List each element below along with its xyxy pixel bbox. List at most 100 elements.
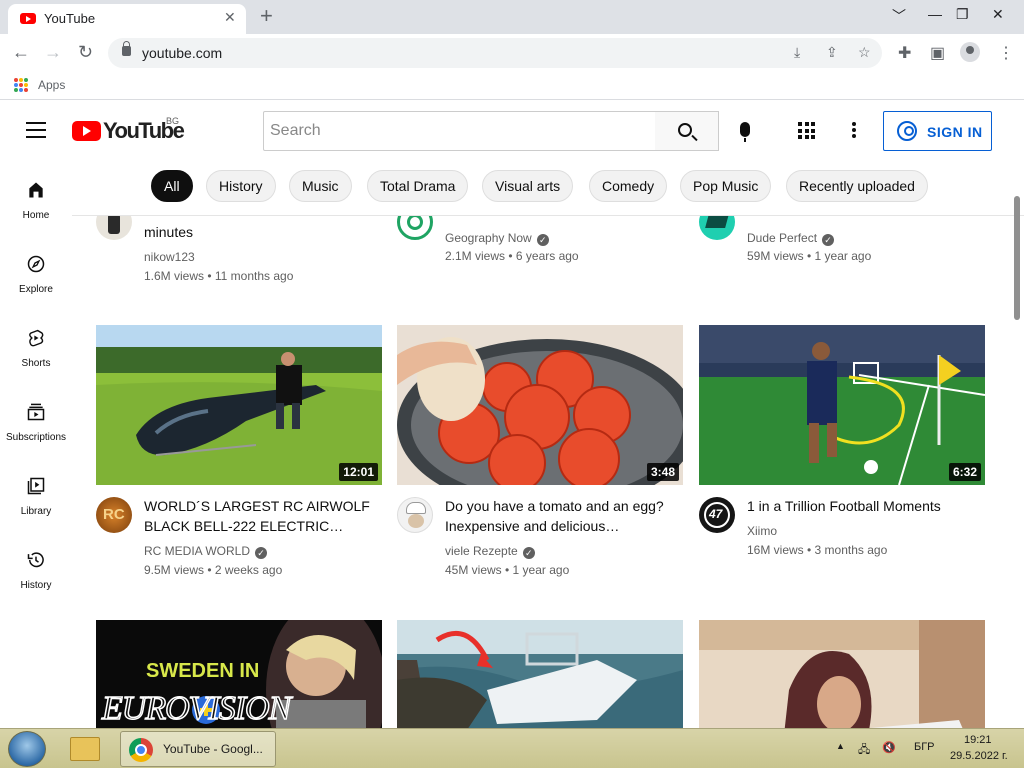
browser-tab-youtube[interactable]: YouTube ✕ xyxy=(8,4,246,34)
youtube-apps-icon[interactable] xyxy=(798,122,815,139)
channel-name-text[interactable]: Geography Now xyxy=(445,231,532,245)
channel-name[interactable]: Geography Now ✓ xyxy=(445,231,549,246)
chip-comedy[interactable]: Comedy xyxy=(589,170,668,202)
bookmark-star-icon[interactable]: ☆ xyxy=(858,44,871,61)
channel-name[interactable]: Xiimo xyxy=(747,524,777,538)
channel-avatar[interactable] xyxy=(96,216,132,240)
compass-icon xyxy=(27,255,45,273)
sidebar-item-library[interactable]: Library xyxy=(0,454,72,528)
reload-button[interactable]: ↻ xyxy=(78,42,93,62)
video-meta: 9.5M views • 2 weeks ago xyxy=(144,563,283,577)
chip-total-drama[interactable]: Total Drama xyxy=(367,170,469,202)
country-code: BG xyxy=(166,116,180,126)
browser-titlebar: YouTube ✕ + ﹀ — ❐ ✕ xyxy=(0,0,1024,34)
sidebar-item-shorts[interactable]: Shorts xyxy=(0,306,72,380)
tab-close-icon[interactable]: ✕ xyxy=(224,9,236,26)
address-bar[interactable]: youtube.com ⤓ ⇪ ☆ xyxy=(108,38,882,68)
channel-name[interactable]: Dude Perfect ✓ xyxy=(747,231,835,246)
video-title[interactable]: minutes xyxy=(144,222,374,242)
profile-avatar-icon[interactable] xyxy=(960,42,980,62)
video-thumbnail[interactable] xyxy=(397,620,683,728)
chrome-menu-icon[interactable]: ⋮ xyxy=(998,43,1014,63)
verified-badge-icon: ✓ xyxy=(522,547,535,559)
channel-name[interactable]: RC MEDIA WORLD ✓ xyxy=(144,544,268,559)
video-meta: 16M views • 3 months ago xyxy=(747,543,888,557)
back-button[interactable]: ← xyxy=(12,42,30,62)
channel-avatar[interactable]: 47 xyxy=(699,497,735,533)
video-thumbnail[interactable]: SWEDEN IN EUROVISION xyxy=(96,620,382,728)
channel-avatar[interactable] xyxy=(397,497,433,533)
network-icon[interactable]: 🖧 xyxy=(858,741,870,760)
file-explorer-icon[interactable] xyxy=(70,737,100,761)
sidebar-item-history[interactable]: History xyxy=(0,528,72,602)
video-duration: 6:32 xyxy=(948,463,981,481)
microphone-icon[interactable] xyxy=(740,122,750,142)
side-panel-icon[interactable]: ▣ xyxy=(930,43,945,63)
channel-avatar[interactable]: RC xyxy=(96,497,132,533)
sidebar-item-explore[interactable]: Explore xyxy=(0,232,72,306)
sidebar-item-subscriptions[interactable]: Subscriptions xyxy=(0,380,72,454)
channel-avatar[interactable] xyxy=(397,216,433,240)
video-meta: 1.6M views • 11 months ago xyxy=(144,269,294,283)
thumbnail-text-eurovision: EUROVISION xyxy=(101,689,292,728)
minimize-button[interactable]: — xyxy=(928,6,942,22)
lock-icon[interactable] xyxy=(122,41,131,56)
tab-search-icon[interactable]: ﹀ xyxy=(892,6,906,26)
youtube-logo-icon[interactable] xyxy=(72,121,101,141)
volume-muted-icon[interactable]: 🔇 xyxy=(882,741,896,754)
search-button[interactable] xyxy=(655,111,719,151)
url-text[interactable]: youtube.com xyxy=(142,45,222,61)
video-title[interactable]: WORLD´S LARGEST RC AIRWOLF BLACK BELL-22… xyxy=(144,496,374,536)
search-placeholder: Search xyxy=(270,122,321,139)
home-icon xyxy=(29,182,43,198)
search-input[interactable]: Search xyxy=(263,111,656,151)
football-thumbnail-image xyxy=(699,325,985,485)
page-scrollbar-thumb[interactable] xyxy=(1014,196,1020,320)
chip-pop-music[interactable]: Pop Music xyxy=(680,170,772,202)
taskbar-chrome-window[interactable]: YouTube - Googl... xyxy=(120,731,276,767)
clock-time[interactable]: 19:21 xyxy=(964,734,992,746)
channel-name-text[interactable]: Dude Perfect xyxy=(747,231,817,245)
thumbnail-text-sweden: SWEDEN IN xyxy=(146,660,260,682)
channel-name[interactable]: nikow123 xyxy=(144,250,195,264)
video-thumbnail[interactable]: 6:32 xyxy=(699,325,985,485)
clock-date[interactable]: 29.5.2022 г. xyxy=(950,750,1008,762)
chip-recently-uploaded[interactable]: Recently uploaded xyxy=(786,170,928,202)
channel-avatar[interactable] xyxy=(699,216,735,240)
video-thumbnail[interactable] xyxy=(699,620,985,728)
new-tab-button[interactable]: + xyxy=(260,4,273,28)
chip-visual-arts[interactable]: Visual arts xyxy=(482,170,574,202)
video-meta: 45M views • 1 year ago xyxy=(445,563,570,577)
apps-grid-icon[interactable] xyxy=(14,78,28,92)
video-title[interactable]: 1 in a Trillion Football Moments xyxy=(747,496,977,516)
apps-bookmark-label[interactable]: Apps xyxy=(38,78,65,92)
chip-all[interactable]: All xyxy=(151,170,193,202)
forward-button[interactable]: → xyxy=(44,42,62,62)
mini-guide-sidebar: Home Explore Shorts Subscriptions Librar… xyxy=(0,158,72,728)
settings-more-icon[interactable] xyxy=(852,122,856,138)
show-hidden-icons-icon[interactable]: ▲ xyxy=(836,741,845,751)
extensions-icon[interactable]: ✚ xyxy=(898,43,911,63)
install-app-icon[interactable]: ⤓ xyxy=(794,44,800,61)
sidebar-label-history: History xyxy=(20,580,52,591)
close-window-button[interactable]: ✕ xyxy=(992,6,1004,23)
video-thumbnail[interactable]: 3:48 xyxy=(397,325,683,485)
restore-button[interactable]: ❐ xyxy=(956,6,969,23)
video-title[interactable]: Do you have a tomato and an egg? Inexpen… xyxy=(445,496,675,536)
channel-name-text[interactable]: RC MEDIA WORLD xyxy=(144,544,250,558)
sign-in-button[interactable]: SIGN IN xyxy=(883,111,992,151)
chip-history[interactable]: History xyxy=(206,170,276,202)
video-feed: minutes nikow123 1.6M views • 11 months … xyxy=(72,216,1012,728)
channel-name[interactable]: viele Rezepte ✓ xyxy=(445,544,535,559)
sidebar-item-home[interactable]: Home xyxy=(0,158,72,232)
chip-music[interactable]: Music xyxy=(289,170,352,202)
tab-title: YouTube xyxy=(44,11,96,26)
video-thumbnail[interactable]: 12:01 xyxy=(96,325,382,485)
language-indicator[interactable]: БГР xyxy=(914,741,935,753)
share-icon[interactable]: ⇪ xyxy=(826,44,838,61)
start-button-icon[interactable] xyxy=(8,731,46,767)
subscriptions-icon xyxy=(27,403,45,421)
channel-name-text[interactable]: viele Rezepte xyxy=(445,544,518,558)
hamburger-menu-icon[interactable] xyxy=(26,122,46,138)
chrome-icon xyxy=(129,738,153,762)
